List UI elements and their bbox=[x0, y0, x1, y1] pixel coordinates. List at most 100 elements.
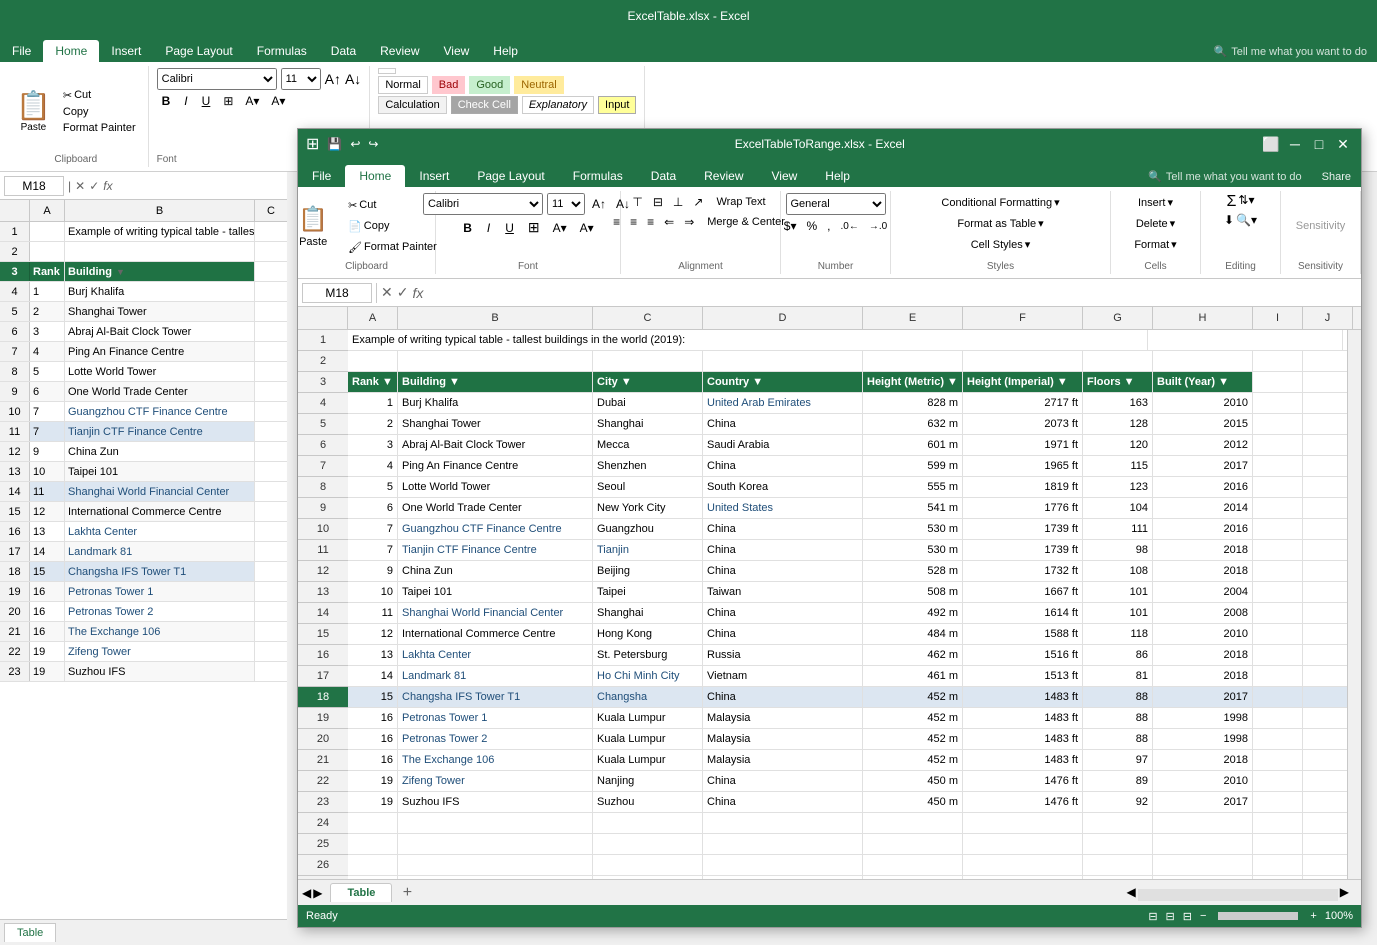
fg-italic-btn[interactable]: I bbox=[481, 219, 496, 237]
fg-cell-13-4[interactable]: 508 m bbox=[863, 582, 963, 602]
fg-cell-9-9[interactable] bbox=[1303, 498, 1347, 518]
fg-rowheader-19[interactable]: 19 bbox=[298, 708, 348, 729]
fg-cell-5-7[interactable]: 2015 bbox=[1153, 414, 1253, 434]
fg-rowheader-25[interactable]: 25 bbox=[298, 834, 348, 855]
fg-cell-21-1[interactable]: The Exchange 106 bbox=[398, 750, 593, 770]
fg-row-23[interactable]: 19Suzhou IFSSuzhouChina450 m1476 ft92201… bbox=[348, 792, 1347, 813]
fg-cell-25-5[interactable] bbox=[963, 834, 1083, 854]
bg-cell-20a[interactable]: 16 bbox=[30, 602, 65, 621]
fg-cell-3-5[interactable]: Height (Imperial) ▼ bbox=[963, 372, 1083, 392]
fg-cell-13-8[interactable] bbox=[1253, 582, 1303, 602]
bg-style-normal[interactable]: Normal bbox=[378, 76, 427, 94]
fg-cell-17-7[interactable]: 2018 bbox=[1153, 666, 1253, 686]
fg-cell-17-8[interactable] bbox=[1253, 666, 1303, 686]
fg-minimize-btn[interactable]: ─ bbox=[1285, 134, 1305, 154]
fg-formula-cancel-icon[interactable]: ✕ bbox=[381, 284, 393, 301]
fg-row-17[interactable]: 14Landmark 81Ho Chi Minh CityVietnam461 … bbox=[348, 666, 1347, 687]
fg-fill-icon[interactable]: ⬇ bbox=[1224, 213, 1234, 227]
bg-tab-pagelayout[interactable]: Page Layout bbox=[153, 40, 244, 62]
fg-cell-12-6[interactable]: 108 bbox=[1083, 561, 1153, 581]
fg-cell-5-4[interactable]: 632 m bbox=[863, 414, 963, 434]
bg-font-size-select[interactable]: 11 bbox=[281, 68, 321, 90]
fg-cell-7-9[interactable] bbox=[1303, 456, 1347, 476]
fg-cell-11-8[interactable] bbox=[1253, 540, 1303, 560]
bg-formula-icon-x[interactable]: ✕ bbox=[75, 179, 85, 193]
fg-cell-6-2[interactable]: Mecca bbox=[593, 435, 703, 455]
fg-cell-8-1[interactable]: Lotte World Tower bbox=[398, 477, 593, 497]
bg-cell-5b[interactable]: Shanghai Tower bbox=[65, 302, 255, 321]
fg-rowheader-15[interactable]: 15 bbox=[298, 624, 348, 645]
fg-cell-13-7[interactable]: 2004 bbox=[1153, 582, 1253, 602]
fg-cell-14-6[interactable]: 101 bbox=[1083, 603, 1153, 623]
fg-border-btn[interactable]: ⊞ bbox=[523, 217, 545, 238]
fg-cell-7-4[interactable]: 599 m bbox=[863, 456, 963, 476]
fg-cell-2-1[interactable] bbox=[398, 351, 593, 371]
bg-cell-17a[interactable]: 14 bbox=[30, 542, 65, 561]
fg-row-7[interactable]: 4Ping An Finance CentreShenzhenChina599 … bbox=[348, 456, 1347, 477]
bg-cell-13b[interactable]: Taipei 101 bbox=[65, 462, 255, 481]
fg-cell-styles-btn[interactable]: Cell Styles ▾ bbox=[964, 235, 1038, 254]
fg-cell-19-2[interactable]: Kuala Lumpur bbox=[593, 708, 703, 728]
fg-cell-24-1[interactable] bbox=[398, 813, 593, 833]
bg-cell-7a[interactable]: 4 bbox=[30, 342, 65, 361]
fg-col-e[interactable]: E bbox=[863, 307, 963, 329]
fg-ribbon-display-btn[interactable]: ⬜ bbox=[1261, 134, 1281, 154]
fg-decrease-decimal-btn[interactable]: .0← bbox=[837, 219, 863, 234]
fg-rowheader-10[interactable]: 10 bbox=[298, 519, 348, 540]
fg-row-15[interactable]: 12International Commerce CentreHong Kong… bbox=[348, 624, 1347, 645]
fg-conditional-formatting-btn[interactable]: Conditional Formatting ▾ bbox=[934, 193, 1066, 212]
fg-cell-22-0[interactable]: 19 bbox=[348, 771, 398, 791]
bg-data-row-18[interactable]: 18 15 Changsha IFS Tower T1 bbox=[0, 562, 287, 582]
fg-align-center-btn[interactable]: ≡ bbox=[626, 213, 641, 231]
fg-cell-24-7[interactable] bbox=[1153, 813, 1253, 833]
fg-cell-14-8[interactable] bbox=[1253, 603, 1303, 623]
bg-cell-8a[interactable]: 5 bbox=[30, 362, 65, 381]
fg-col-d[interactable]: D bbox=[703, 307, 863, 329]
fg-cell-7-8[interactable] bbox=[1253, 456, 1303, 476]
fg-col-i[interactable]: I bbox=[1253, 307, 1303, 329]
fg-cell-15-9[interactable] bbox=[1303, 624, 1347, 644]
fg-cell-6-3[interactable]: Saudi Arabia bbox=[703, 435, 863, 455]
fg-cell-4-9[interactable] bbox=[1303, 393, 1347, 413]
bg-fill-color-btn[interactable]: A▾ bbox=[241, 93, 263, 109]
fg-cell-21-7[interactable]: 2018 bbox=[1153, 750, 1253, 770]
fg-cell-23-2[interactable]: Suzhou bbox=[593, 792, 703, 812]
fg-cell-16-8[interactable] bbox=[1253, 645, 1303, 665]
fg-cell-12-5[interactable]: 1732 ft bbox=[963, 561, 1083, 581]
fg-cell-2-9[interactable] bbox=[1303, 351, 1347, 371]
bg-data-row-9[interactable]: 9 6 One World Trade Center bbox=[0, 382, 287, 402]
fg-cell-15-3[interactable]: China bbox=[703, 624, 863, 644]
fg-cell-10-1[interactable]: Guangzhou CTF Finance Centre bbox=[398, 519, 593, 539]
bg-cell-15b[interactable]: International Commerce Centre bbox=[65, 502, 255, 521]
fg-tab-formulas[interactable]: Formulas bbox=[559, 165, 637, 187]
fg-cell-21-9[interactable] bbox=[1303, 750, 1347, 770]
fg-cell-8-2[interactable]: Seoul bbox=[593, 477, 703, 497]
fg-cell-16-4[interactable]: 462 m bbox=[863, 645, 963, 665]
fg-row-19[interactable]: 16Petronas Tower 1Kuala LumpurMalaysia45… bbox=[348, 708, 1347, 729]
bg-cell-16b[interactable]: Lakhta Center bbox=[65, 522, 255, 541]
fg-cell-3-9[interactable] bbox=[1303, 372, 1347, 392]
fg-cell-4-4[interactable]: 828 m bbox=[863, 393, 963, 413]
fg-cell-26-8[interactable] bbox=[1253, 855, 1303, 875]
fg-cell-21-0[interactable]: 16 bbox=[348, 750, 398, 770]
fg-cell-18-3[interactable]: China bbox=[703, 687, 863, 707]
fg-cell-13-3[interactable]: Taiwan bbox=[703, 582, 863, 602]
fg-cell-23-3[interactable]: China bbox=[703, 792, 863, 812]
fg-cell-20-4[interactable]: 452 m bbox=[863, 729, 963, 749]
fg-cell-9-2[interactable]: New York City bbox=[593, 498, 703, 518]
fg-cell-11-7[interactable]: 2018 bbox=[1153, 540, 1253, 560]
fg-table-tab[interactable]: Table bbox=[330, 883, 392, 902]
fg-cell-3-1[interactable]: Building ▼ bbox=[398, 372, 593, 392]
fg-cell-12-3[interactable]: China bbox=[703, 561, 863, 581]
fg-cell-4-7[interactable]: 2010 bbox=[1153, 393, 1253, 413]
fg-row-5[interactable]: 2Shanghai TowerShanghaiChina632 m2073 ft… bbox=[348, 414, 1347, 435]
fg-cell-8-8[interactable] bbox=[1253, 477, 1303, 497]
fg-cell-25-3[interactable] bbox=[703, 834, 863, 854]
fg-add-sheet-btn[interactable]: + bbox=[396, 882, 418, 904]
fg-rowheader-13[interactable]: 13 bbox=[298, 582, 348, 603]
bg-cell-17b[interactable]: Landmark 81 bbox=[65, 542, 255, 561]
fg-number-format-select[interactable]: General bbox=[786, 193, 886, 215]
fg-cell-9-8[interactable] bbox=[1253, 498, 1303, 518]
fg-cell-4-1[interactable]: Burj Khalifa bbox=[398, 393, 593, 413]
bg-cell-9a[interactable]: 6 bbox=[30, 382, 65, 401]
